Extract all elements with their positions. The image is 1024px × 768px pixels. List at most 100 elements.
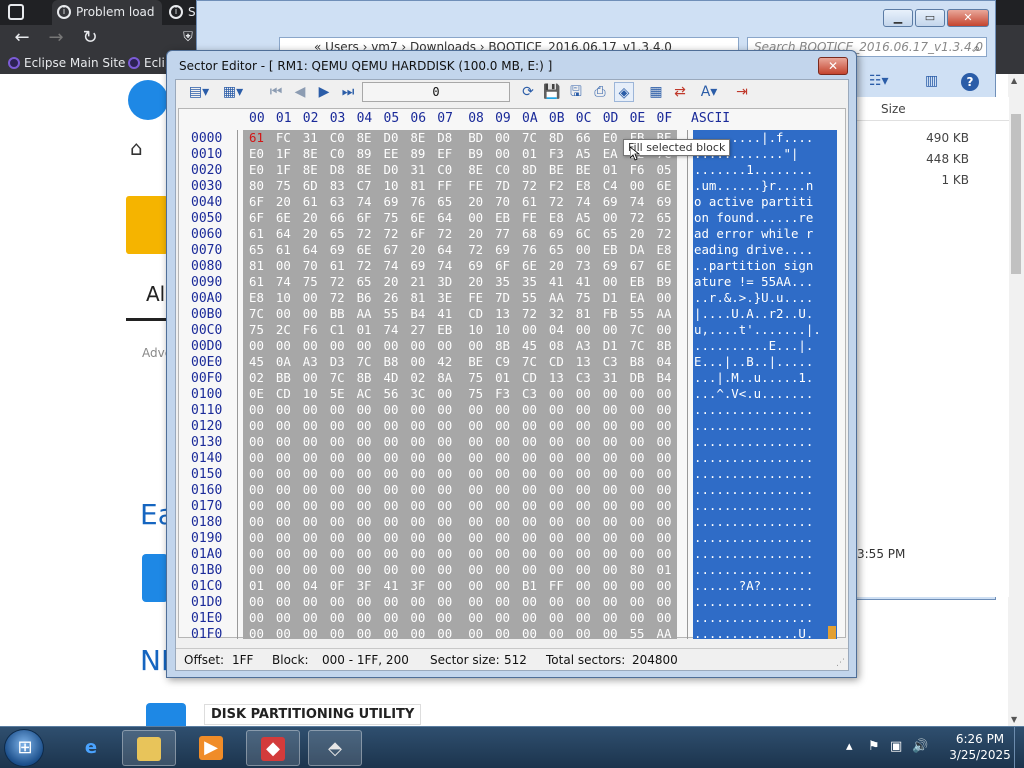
- hex-byte[interactable]: 80: [630, 562, 645, 578]
- hex-byte[interactable]: 00: [357, 434, 372, 450]
- hex-byte[interactable]: 41: [549, 274, 564, 290]
- hex-byte[interactable]: 00: [630, 498, 645, 514]
- hex-byte[interactable]: 00: [357, 450, 372, 466]
- hex-byte[interactable]: 00: [603, 562, 618, 578]
- hex-byte[interactable]: A3: [576, 338, 591, 354]
- hex-byte[interactable]: 00: [576, 626, 591, 642]
- ascii-row[interactable]: ................: [694, 450, 813, 466]
- hex-byte[interactable]: 00: [437, 530, 452, 546]
- hex-byte[interactable]: 00: [357, 594, 372, 610]
- prev-sector-icon[interactable]: ◀: [290, 82, 310, 102]
- hex-byte[interactable]: 75: [576, 290, 591, 306]
- hex-byte[interactable]: 00: [276, 626, 291, 642]
- hex-byte[interactable]: 00: [276, 306, 291, 322]
- hex-byte[interactable]: C4: [603, 178, 618, 194]
- refresh-icon[interactable]: ⟳: [518, 82, 538, 102]
- hex-byte[interactable]: 55: [630, 626, 645, 642]
- hex-byte[interactable]: 10: [468, 322, 483, 338]
- hex-byte[interactable]: 64: [303, 242, 318, 258]
- hex-byte[interactable]: 00: [303, 626, 318, 642]
- hex-byte[interactable]: 00: [276, 258, 291, 274]
- hex-byte[interactable]: 61: [249, 226, 264, 242]
- next-sector-icon[interactable]: ▶: [314, 82, 334, 102]
- hex-byte[interactable]: 20: [468, 226, 483, 242]
- hex-byte[interactable]: 6E: [276, 210, 291, 226]
- preview-pane-icon[interactable]: ▥: [925, 73, 938, 89]
- hex-byte[interactable]: 8E: [303, 146, 318, 162]
- hex-byte[interactable]: 00: [410, 466, 425, 482]
- hex-byte[interactable]: 00: [384, 482, 399, 498]
- last-sector-icon[interactable]: ⏭: [338, 82, 358, 102]
- hex-byte[interactable]: F2: [549, 178, 564, 194]
- ascii-row[interactable]: ...|.M..u.....1.: [694, 370, 813, 386]
- hex-byte[interactable]: E0: [249, 146, 264, 162]
- ascii-row[interactable]: eading drive....: [694, 242, 813, 258]
- help-icon[interactable]: ?: [961, 73, 979, 91]
- hex-byte[interactable]: 00: [468, 466, 483, 482]
- hex-byte[interactable]: C7: [357, 178, 372, 194]
- dialog-close-button[interactable]: ✕: [818, 57, 848, 75]
- hex-byte[interactable]: 6C: [576, 226, 591, 242]
- hex-byte[interactable]: 31: [303, 130, 318, 146]
- hex-byte[interactable]: 00: [276, 466, 291, 482]
- ascii-row[interactable]: ..........E...|.: [694, 338, 813, 354]
- hex-byte[interactable]: 65: [437, 194, 452, 210]
- hex-byte[interactable]: 45: [249, 354, 264, 370]
- scroll-up-icon[interactable]: ▲: [1011, 76, 1017, 85]
- hex-byte[interactable]: 10: [495, 322, 510, 338]
- hex-byte[interactable]: 00: [276, 546, 291, 562]
- ascii-row[interactable]: ................: [694, 418, 813, 434]
- hex-row[interactable]: 00 00 00 00 00 00 00 00 00 00 00 00 00 00 00 00: [243, 530, 677, 546]
- ascii-column[interactable]: .........|.f.... ............"| .......1..…: [693, 130, 837, 641]
- ascii-row[interactable]: ature != 55AA...: [694, 274, 813, 290]
- hex-byte[interactable]: 00: [249, 562, 264, 578]
- hex-view[interactable]: ASCII 00 01 02 03 04 05 06 07 08 09 0A 0B 0C 0D 0E 0F 0…: [178, 108, 846, 642]
- hex-row[interactable]: 6F 20 61 63 74 69 76 65 20 70 61 72 74 69 74 69: [243, 194, 677, 210]
- hex-row[interactable]: 01 00 04 0F 3F 41 3F 00 00 00 B1 FF 00 00 00 00: [243, 578, 677, 594]
- hex-byte[interactable]: 08: [549, 338, 564, 354]
- hex-byte[interactable]: E8: [657, 242, 672, 258]
- hex-byte[interactable]: 00: [657, 546, 672, 562]
- hex-byte[interactable]: 00: [357, 514, 372, 530]
- hex-byte[interactable]: 00: [410, 610, 425, 626]
- hex-row[interactable]: E8 10 00 72 B6 26 81 3E FE 7D 55 AA 75 D1 EA 00: [243, 290, 677, 306]
- hex-byte[interactable]: 00: [576, 514, 591, 530]
- hex-byte[interactable]: 00: [276, 530, 291, 546]
- hex-byte[interactable]: 69: [603, 194, 618, 210]
- save-as-icon[interactable]: 🖫: [566, 82, 586, 102]
- hex-byte[interactable]: 89: [357, 146, 372, 162]
- hex-byte[interactable]: 00: [437, 450, 452, 466]
- hex-byte[interactable]: 31: [410, 162, 425, 178]
- hex-row[interactable]: 75 2C F6 C1 01 74 27 EB 10 10 00 04 00 00 7C 00: [243, 322, 677, 338]
- hex-byte[interactable]: 81: [410, 290, 425, 306]
- hex-byte[interactable]: C3: [522, 386, 537, 402]
- hex-byte[interactable]: 74: [384, 258, 399, 274]
- hex-byte[interactable]: 00: [549, 466, 564, 482]
- hex-byte[interactable]: 69: [410, 258, 425, 274]
- hex-byte[interactable]: AA: [657, 626, 672, 642]
- hex-byte[interactable]: 00: [330, 450, 345, 466]
- hex-byte[interactable]: 00: [249, 338, 264, 354]
- hex-byte[interactable]: 72: [468, 242, 483, 258]
- hex-byte[interactable]: 00: [437, 386, 452, 402]
- hex-byte[interactable]: 00: [603, 514, 618, 530]
- hex-byte[interactable]: B8: [384, 354, 399, 370]
- ascii-row[interactable]: u,....t'.......|.: [694, 322, 821, 338]
- hex-byte[interactable]: 00: [495, 498, 510, 514]
- hex-byte[interactable]: 80: [249, 178, 264, 194]
- hex-byte[interactable]: 4D: [384, 370, 399, 386]
- hex-byte[interactable]: 00: [549, 418, 564, 434]
- hex-byte[interactable]: 0A: [276, 354, 291, 370]
- hex-byte[interactable]: 00: [384, 338, 399, 354]
- ascii-row[interactable]: |....U.A..r2..U.: [694, 306, 813, 322]
- hex-row[interactable]: 00 00 00 00 00 00 00 00 00 00 00 00 00 00 00 00: [243, 418, 677, 434]
- hex-byte[interactable]: 00: [437, 418, 452, 434]
- hex-byte[interactable]: 00: [276, 434, 291, 450]
- ascii-row[interactable]: ................: [694, 610, 813, 626]
- hex-byte[interactable]: 6F: [249, 210, 264, 226]
- hex-byte[interactable]: 00: [630, 434, 645, 450]
- hex-byte[interactable]: 20: [549, 258, 564, 274]
- hex-byte[interactable]: 65: [603, 226, 618, 242]
- hex-byte[interactable]: 00: [384, 530, 399, 546]
- app-thumbnail[interactable]: [142, 554, 168, 602]
